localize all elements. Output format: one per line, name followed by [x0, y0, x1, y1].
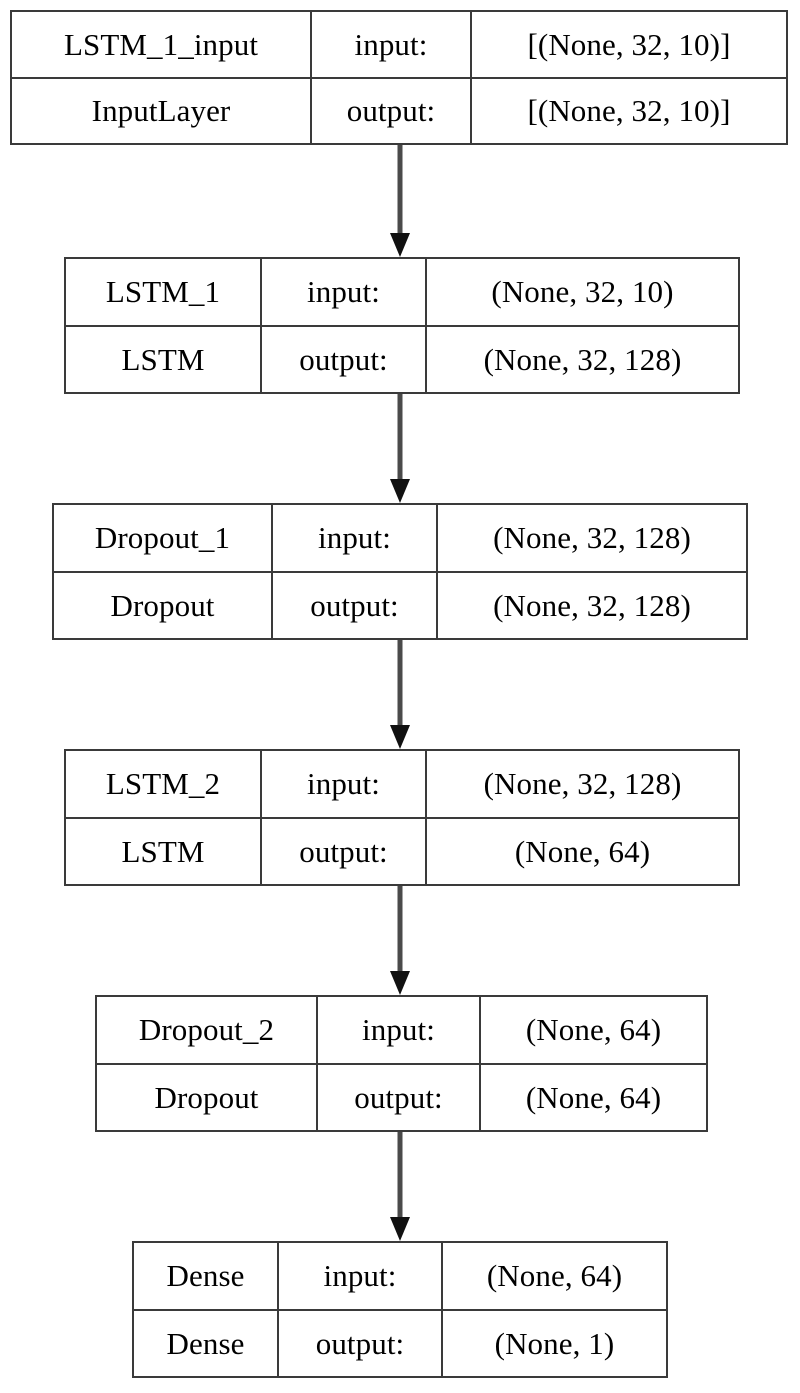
node-input-label: input:	[312, 12, 472, 77]
node-row-output: LSTM output: (None, 32, 128)	[66, 326, 738, 392]
model-architecture-diagram: LSTM_1_input input: [(None, 32, 10)] Inp…	[0, 0, 800, 1393]
arrowhead-icon	[390, 971, 410, 995]
node-lstm-2[interactable]: LSTM_2 input: (None, 32, 128) LSTM outpu…	[64, 749, 740, 886]
node-class: Dense	[134, 1310, 279, 1376]
node-input-shape: (None, 64)	[525, 1012, 662, 1048]
arrowhead-icon	[390, 1217, 410, 1241]
node-output-shape: (None, 32, 128)	[483, 341, 682, 377]
node-class: LSTM	[66, 326, 262, 392]
node-output-label: output:	[262, 818, 427, 884]
node-row-output: Dropout output: (None, 32, 128)	[54, 572, 746, 638]
edge-lstm-1-to-dropout-1	[388, 394, 412, 504]
node-input-shape: (None, 32, 128)	[483, 766, 682, 802]
node-input-label: input:	[262, 259, 427, 325]
node-input-label: input:	[279, 1243, 443, 1309]
node-output-label: output:	[273, 572, 438, 638]
node-input-shape: (None, 32, 10)	[491, 274, 674, 310]
node-input-shape: (None, 32, 128)	[493, 520, 691, 556]
node-output-label: output:	[312, 78, 472, 143]
node-row-output: Dropout output: (None, 64)	[97, 1064, 706, 1130]
node-row-input: LSTM_2 input: (None, 32, 128)	[66, 751, 738, 819]
node-dropout-1[interactable]: Dropout_1 input: (None, 32, 128) Dropout…	[52, 503, 748, 640]
node-output-label: output:	[279, 1310, 443, 1376]
edge-lstm-1-input-to-lstm-1	[388, 145, 412, 258]
node-output-shape: [(None, 32, 10)]	[527, 93, 731, 129]
arrowhead-icon	[390, 479, 410, 503]
node-input-label: input:	[262, 751, 427, 817]
node-row-input: Dropout_2 input: (None, 64)	[97, 997, 706, 1065]
node-row-output: LSTM output: (None, 64)	[66, 818, 738, 884]
node-dense[interactable]: Dense input: (None, 64) Dense output: (N…	[132, 1241, 668, 1378]
node-input-shape: [(None, 32, 10)]	[527, 26, 731, 62]
node-row-input: LSTM_1_input input: [(None, 32, 10)]	[12, 12, 786, 79]
node-input-shape: (None, 64)	[486, 1258, 623, 1294]
node-name: LSTM_2	[66, 751, 262, 817]
edge-dropout-2-to-dense	[388, 1132, 412, 1242]
node-output-shape: (None, 64)	[514, 833, 651, 869]
edge-dropout-1-to-lstm-2	[388, 640, 412, 750]
node-dropout-2[interactable]: Dropout_2 input: (None, 64) Dropout outp…	[95, 995, 708, 1132]
node-row-input: Dropout_1 input: (None, 32, 128)	[54, 505, 746, 573]
node-name: LSTM_1_input	[12, 12, 312, 77]
node-class: InputLayer	[12, 78, 312, 143]
node-name: Dropout_1	[54, 505, 273, 571]
arrowhead-icon	[390, 233, 410, 257]
node-input-label: input:	[273, 505, 438, 571]
node-output-shape: (None, 32, 128)	[493, 587, 691, 623]
node-output-label: output:	[318, 1064, 481, 1130]
node-name: Dropout_2	[97, 997, 318, 1063]
node-class: Dropout	[54, 572, 273, 638]
node-output-label: output:	[262, 326, 427, 392]
node-name: Dense	[134, 1243, 279, 1309]
node-output-shape: (None, 1)	[494, 1325, 615, 1361]
node-input-label: input:	[318, 997, 481, 1063]
node-output-shape: (None, 64)	[525, 1079, 662, 1115]
node-row-output: Dense output: (None, 1)	[134, 1310, 666, 1376]
node-row-input: LSTM_1 input: (None, 32, 10)	[66, 259, 738, 327]
node-lstm-1[interactable]: LSTM_1 input: (None, 32, 10) LSTM output…	[64, 257, 740, 394]
edge-lstm-2-to-dropout-2	[388, 886, 412, 996]
node-lstm-1-input[interactable]: LSTM_1_input input: [(None, 32, 10)] Inp…	[10, 10, 788, 145]
node-class: LSTM	[66, 818, 262, 884]
node-row-input: Dense input: (None, 64)	[134, 1243, 666, 1311]
node-class: Dropout	[97, 1064, 318, 1130]
node-row-output: InputLayer output: [(None, 32, 10)]	[12, 78, 786, 143]
node-name: LSTM_1	[66, 259, 262, 325]
arrowhead-icon	[390, 725, 410, 749]
